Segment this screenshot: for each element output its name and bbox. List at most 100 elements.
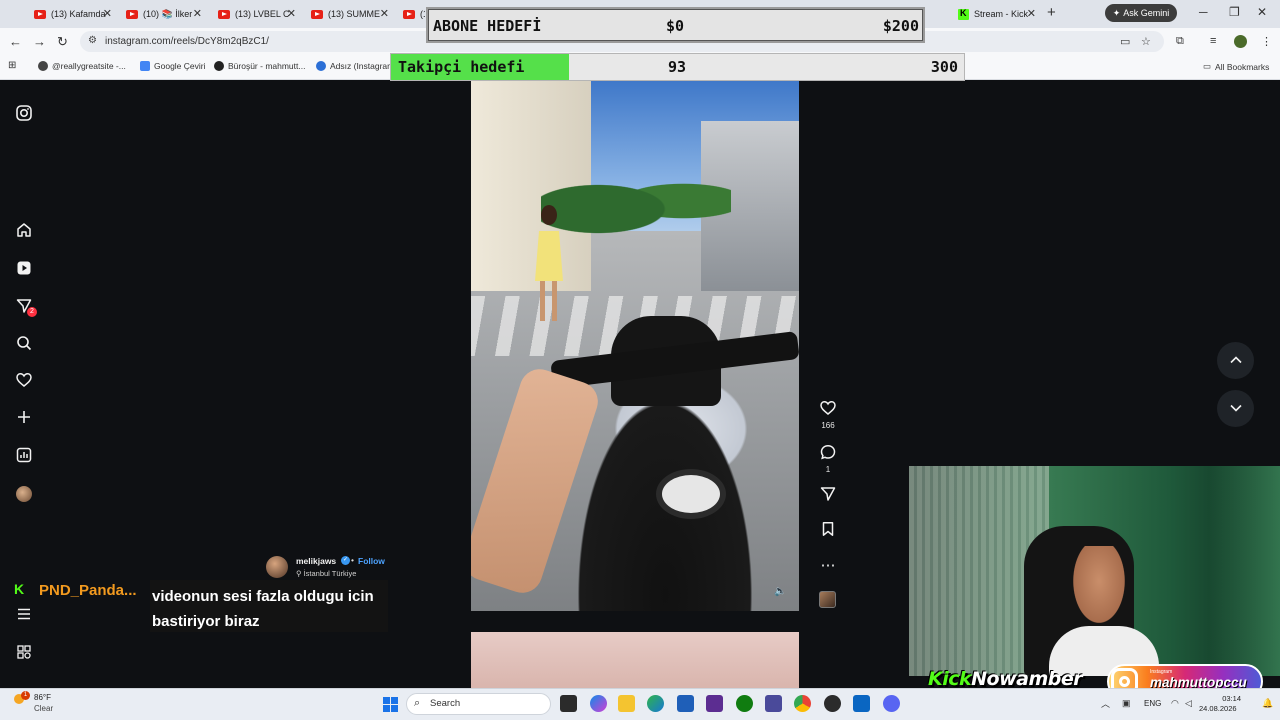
comment-icon[interactable] <box>818 444 838 464</box>
tray-overflow-icon[interactable]: ︿ <box>1101 697 1110 710</box>
volume-icon[interactable]: 🔈 <box>774 586 788 600</box>
media-controls-icon[interactable]: ≡ <box>1210 35 1216 47</box>
location[interactable]: ⚲ İstanbul Türkiye <box>296 569 356 578</box>
reel-video[interactable]: 🔈 <box>471 81 799 611</box>
site-info-icon[interactable]: ⚙ <box>88 35 97 46</box>
taskbar-search-placeholder: Search <box>430 698 461 709</box>
youtube-icon <box>311 9 323 19</box>
globe-icon <box>38 61 48 71</box>
back-icon[interactable]: ← <box>9 34 22 49</box>
like-count: 166 <box>821 421 835 430</box>
profile-avatar[interactable] <box>16 486 32 502</box>
taskbar-search-box[interactable] <box>406 693 551 715</box>
task-view-icon[interactable] <box>560 695 577 712</box>
app-tray-icon[interactable]: ▣ <box>1122 698 1131 709</box>
start-menu-icon[interactable] <box>383 697 398 712</box>
more-options-icon[interactable]: ⋯ <box>818 556 838 574</box>
like-icon[interactable] <box>818 400 838 420</box>
browser-tab[interactable]: (1 <box>397 4 425 24</box>
reload-icon[interactable]: ↻ <box>57 34 68 50</box>
close-tab-icon[interactable]: ✕ <box>103 7 112 20</box>
kick-logo-icon: K <box>14 581 25 597</box>
bookmark-item[interactable]: Adsız (Instagram <box>316 61 394 71</box>
follow-button[interactable]: Follow <box>358 556 385 566</box>
close-tab-icon[interactable]: ✕ <box>1027 7 1036 20</box>
folder-icon: ▭ <box>1203 61 1212 71</box>
author-avatar[interactable] <box>266 556 288 578</box>
extensions-icon[interactable]: ⧉ <box>1176 35 1184 48</box>
copilot-icon[interactable] <box>590 695 607 712</box>
notification-badge: 2 <box>27 307 37 317</box>
save-icon[interactable] <box>818 521 838 541</box>
heart-icon[interactable] <box>14 372 34 392</box>
weather-description[interactable]: Clear <box>34 704 53 713</box>
github-icon <box>214 61 224 71</box>
weather-alert-badge: 1 <box>21 691 30 700</box>
chat-username: PND_Panda... <box>39 582 137 599</box>
reels-icon[interactable] <box>14 260 34 280</box>
app-icon[interactable] <box>765 695 782 712</box>
subscriber-goal-overlay: ABONE HEDEFİ $0 $200 <box>426 7 925 43</box>
bookmark-item[interactable]: Büroşür - mahmutt... <box>214 61 305 71</box>
discord-icon[interactable] <box>883 695 900 712</box>
xbox-icon[interactable] <box>736 695 753 712</box>
bookmark-item[interactable]: @reallygreatsite -... <box>38 61 126 71</box>
previous-reel-button[interactable] <box>1217 342 1254 379</box>
chat-message: videonun sesi fazla oldugu icin bastiriy… <box>152 588 374 630</box>
app-icon[interactable] <box>853 695 870 712</box>
url-text[interactable]: instagram.com/reels/DcY8m2qBzC1/ <box>105 36 269 47</box>
browser-tab[interactable]: (10) 📚 İlker ✕ <box>120 4 208 24</box>
weather-temperature[interactable]: 86°F <box>34 693 51 702</box>
close-tab-icon[interactable]: ✕ <box>193 7 202 20</box>
browser-tab[interactable]: (13) Kafamda ✕ <box>28 4 118 24</box>
streamer-webcam <box>909 466 1280 676</box>
wifi-icon[interactable]: ◠ <box>1171 698 1179 709</box>
browser-tab[interactable]: (13) SUMME ✕ <box>305 4 395 24</box>
bookmark-item[interactable]: Google Çeviri <box>140 61 206 71</box>
close-window-icon[interactable]: ✕ <box>1257 5 1267 19</box>
close-tab-icon[interactable]: ✕ <box>380 7 389 20</box>
new-tab-button[interactable]: + <box>1047 4 1056 21</box>
audio-thumbnail[interactable] <box>819 591 836 608</box>
forward-icon[interactable]: → <box>33 34 46 49</box>
next-reel-button[interactable] <box>1217 390 1254 427</box>
subscriber-goal-current: $0 <box>666 17 685 35</box>
file-explorer-icon[interactable] <box>618 695 635 712</box>
home-icon[interactable] <box>14 222 34 242</box>
more-icon[interactable] <box>14 644 34 664</box>
chrome-menu-icon[interactable]: ⋮ <box>1261 35 1272 48</box>
volume-icon[interactable]: ◁ <box>1185 698 1192 709</box>
profile-avatar-icon[interactable] <box>1234 35 1247 48</box>
instagram-logo-icon[interactable] <box>14 105 34 125</box>
clock-time[interactable]: 03:14 <box>1201 694 1241 703</box>
ask-gemini-button[interactable]: ✦ Ask Gemini <box>1105 4 1177 22</box>
kick-icon <box>958 8 969 20</box>
minimize-icon[interactable]: ─ <box>1199 5 1208 19</box>
next-reel-preview[interactable] <box>471 632 799 688</box>
close-tab-icon[interactable]: ✕ <box>287 7 296 20</box>
subscriber-goal-label: ABONE HEDEFİ <box>433 17 542 35</box>
share-icon[interactable] <box>818 486 838 506</box>
dashboard-icon[interactable] <box>14 447 34 467</box>
store-icon[interactable] <box>677 695 694 712</box>
all-bookmarks-button[interactable]: ▭ All Bookmarks <box>1203 61 1269 72</box>
follower-goal-target: 300 <box>930 58 958 76</box>
menu-icon[interactable] <box>14 606 34 626</box>
browser-tab-active[interactable]: Stream - Kick✕ <box>952 4 1042 24</box>
follower-goal-current: 93 <box>668 58 687 76</box>
chrome-icon[interactable] <box>794 695 811 712</box>
author-username[interactable]: melikjaws <box>296 556 336 566</box>
notifications-icon[interactable]: 🔔 <box>1262 698 1273 709</box>
search-icon[interactable] <box>14 335 34 355</box>
app-icon[interactable] <box>706 695 723 712</box>
bookmark-star-icon[interactable]: ☆ <box>1141 35 1151 48</box>
cast-icon[interactable]: ▭ <box>1120 35 1130 48</box>
restore-icon[interactable]: ❐ <box>1229 5 1240 19</box>
create-icon[interactable] <box>14 409 34 429</box>
input-language[interactable]: ENG <box>1144 699 1161 708</box>
obs-icon[interactable] <box>824 695 841 712</box>
clock-date[interactable]: 24.08.2026 <box>1199 704 1237 713</box>
browser-tab[interactable]: (13) LVBEL C ✕ <box>212 4 302 24</box>
edge-icon[interactable] <box>647 695 664 712</box>
apps-grid-icon[interactable]: ⊞ <box>8 60 16 71</box>
